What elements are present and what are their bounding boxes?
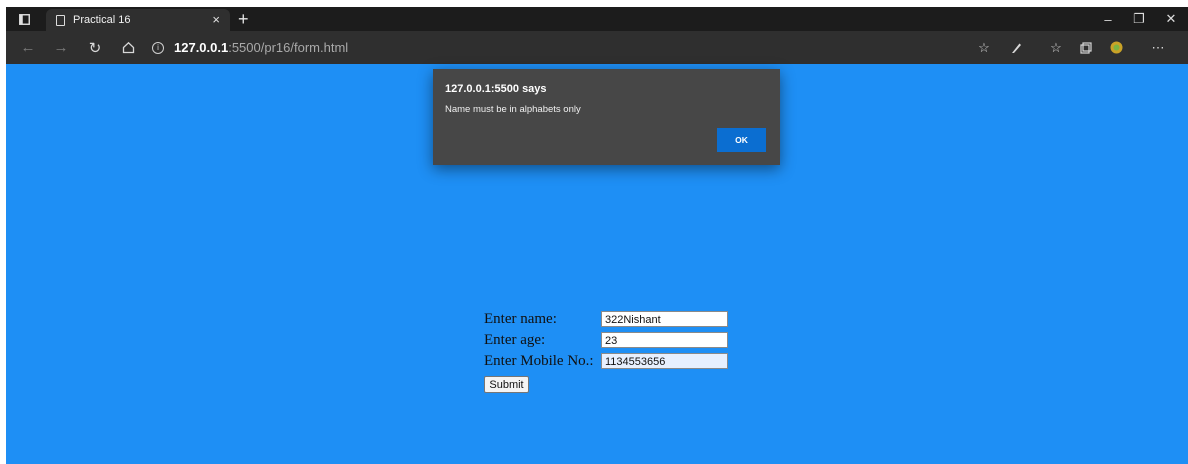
ok-button[interactable]: OK bbox=[717, 128, 766, 152]
favorites-icon[interactable]: ☆ bbox=[1044, 31, 1068, 64]
mobile-input[interactable]: 1134553656 bbox=[601, 353, 728, 369]
refresh-icon[interactable]: ↻ bbox=[83, 31, 107, 64]
collections-icon[interactable] bbox=[1074, 31, 1098, 64]
minimize-icon[interactable]: – bbox=[1093, 7, 1123, 31]
browser-window: Practical 16 × + – ❐ ✕ ← → ↻ i 127.0.0.1… bbox=[6, 7, 1188, 464]
alert-message: Name must be in alphabets only bbox=[445, 104, 581, 115]
age-label: Enter age: bbox=[484, 332, 546, 348]
home-icon[interactable] bbox=[116, 31, 140, 64]
tab-actions-icon[interactable] bbox=[10, 7, 38, 31]
read-aloud-icon[interactable] bbox=[1004, 31, 1028, 64]
tab-close-icon[interactable]: × bbox=[212, 12, 220, 27]
mobile-label: Enter Mobile No.: bbox=[484, 353, 594, 369]
more-icon[interactable]: ⋯ bbox=[1146, 31, 1170, 64]
alert-title: 127.0.0.1:5500 says bbox=[445, 83, 547, 95]
page-icon bbox=[56, 14, 65, 26]
restore-icon[interactable]: ❐ bbox=[1124, 7, 1154, 31]
forward-icon[interactable]: → bbox=[49, 31, 73, 64]
name-label: Enter name: bbox=[484, 311, 557, 327]
new-tab-button[interactable]: + bbox=[238, 7, 249, 31]
close-icon[interactable]: ✕ bbox=[1156, 7, 1186, 31]
tab-practical-16[interactable]: Practical 16 × bbox=[46, 9, 230, 31]
extension-icon[interactable] bbox=[1104, 31, 1128, 64]
tab-bar: Practical 16 × + – ❐ ✕ bbox=[6, 7, 1188, 31]
alert-dialog: 127.0.0.1:5500 says Name must be in alph… bbox=[433, 69, 780, 165]
back-icon[interactable]: ← bbox=[16, 31, 40, 64]
url-host: 127.0.0.1 bbox=[174, 40, 229, 55]
favorite-add-icon[interactable]: ☆ bbox=[972, 31, 996, 64]
submit-button[interactable]: Submit bbox=[484, 376, 529, 393]
age-input[interactable]: 23 bbox=[601, 332, 728, 348]
site-info-icon[interactable]: i bbox=[152, 41, 164, 54]
address-bar: ← → ↻ i 127.0.0.1 :5500/pr16/form.html ☆… bbox=[6, 31, 1188, 64]
name-input[interactable]: 322Nishant bbox=[601, 311, 728, 327]
url-field[interactable]: i 127.0.0.1 :5500/pr16/form.html bbox=[152, 31, 348, 64]
url-path: :5500/pr16/form.html bbox=[228, 40, 349, 55]
tab-title: Practical 16 bbox=[73, 14, 131, 26]
